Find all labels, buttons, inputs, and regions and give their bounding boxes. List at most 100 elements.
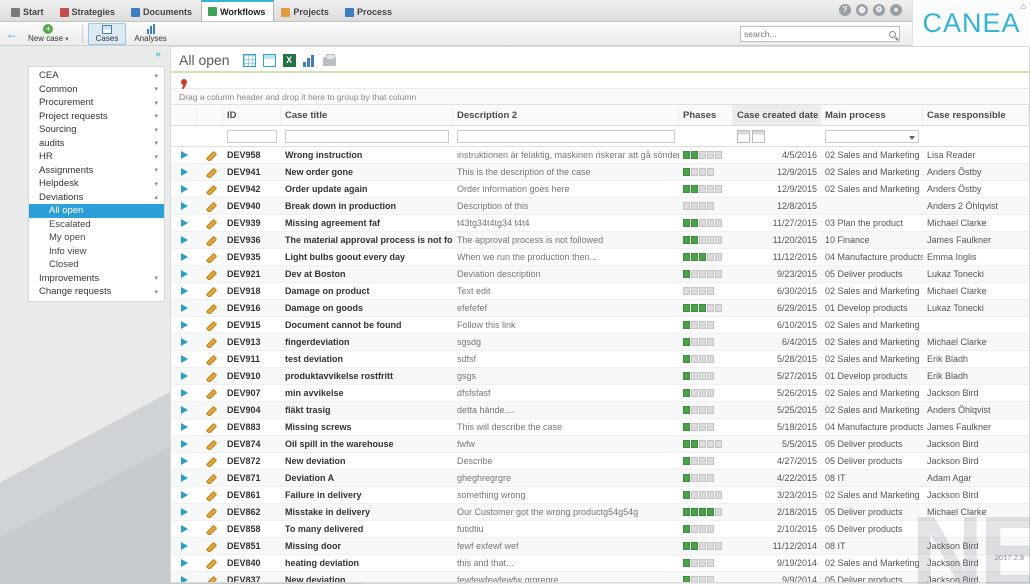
col-case-responsible[interactable]: Case responsible — [923, 105, 1029, 125]
open-case-icon[interactable] — [180, 576, 188, 582]
grid-view-icon[interactable] — [242, 53, 256, 67]
open-case-icon[interactable] — [180, 219, 188, 227]
search-input[interactable] — [744, 29, 889, 39]
edit-pencil-icon[interactable] — [205, 490, 216, 501]
edit-pencil-icon[interactable] — [205, 388, 216, 399]
table-row[interactable]: DEV840 heating deviation this and that... 9… — [171, 555, 1029, 572]
edit-pencil-icon[interactable] — [205, 184, 216, 195]
open-case-icon[interactable] — [180, 304, 188, 312]
table-row[interactable]: DEV921 Dev at Boston Deviation description… — [171, 266, 1029, 283]
open-case-icon[interactable] — [180, 372, 188, 380]
table-row[interactable]: DEV883 Missing screws This will describe t… — [171, 419, 1029, 436]
sidebar-item-assignments[interactable]: Assignments ▾ — [29, 164, 164, 178]
table-row[interactable]: DEV910 produktavvikelse rostfritt gsgs 5/27… — [171, 368, 1029, 385]
col-main-process[interactable]: Main process — [821, 105, 923, 125]
tab-workflows[interactable]: Workflows — [201, 0, 275, 21]
table-row[interactable]: DEV907 min avvikelse dfsfsfasf 5/26/2015 02 … — [171, 385, 1029, 402]
open-case-icon[interactable] — [180, 389, 188, 397]
search-icon[interactable] — [889, 30, 896, 38]
group-drop-zone[interactable]: Drag a column header and drop it here to… — [171, 88, 1029, 105]
edit-pencil-icon[interactable] — [205, 473, 216, 484]
sidebar-item-helpdesk[interactable]: Helpdesk ▾ — [29, 177, 164, 191]
edit-pencil-icon[interactable] — [205, 575, 216, 583]
sidebar-item-cea[interactable]: CEA ▾ — [29, 69, 164, 83]
open-case-icon[interactable] — [180, 542, 188, 550]
edit-pencil-icon[interactable] — [205, 371, 216, 382]
table-row[interactable]: DEV874 Oil spill in the warehouse fwfw 5/5/… — [171, 436, 1029, 453]
table-row[interactable]: DEV837 New deviation fewfewfewfewfw grgreg… — [171, 572, 1029, 582]
table-row[interactable]: DEV862 Misstake in delivery Our Customer g… — [171, 504, 1029, 521]
table-row[interactable]: DEV942 Order update again Order informatio… — [171, 181, 1029, 198]
open-case-icon[interactable] — [180, 202, 188, 210]
tab-projects[interactable]: Projects — [274, 2, 338, 21]
edit-pencil-icon[interactable] — [205, 558, 216, 569]
table-row[interactable]: DEV911 test deviation sdfsf 5/28/2015 02 Sal… — [171, 351, 1029, 368]
home-corner-icon[interactable]: ⌂ — [1021, 1, 1026, 11]
table-row[interactable]: DEV913 fingerdeviation sgsdg 6/4/2015 02 Sal… — [171, 334, 1029, 351]
calendar-from-icon[interactable] — [737, 129, 750, 143]
open-case-icon[interactable] — [180, 559, 188, 567]
open-case-icon[interactable] — [180, 491, 188, 499]
edit-pencil-icon[interactable] — [205, 524, 216, 535]
edit-pencil-icon[interactable] — [205, 303, 216, 314]
table-row[interactable]: DEV941 New order gone This is the descript… — [171, 164, 1029, 181]
open-case-icon[interactable] — [180, 457, 188, 465]
layout-view-icon[interactable] — [262, 53, 276, 67]
table-row[interactable]: DEV936 The material approval process is n… — [171, 232, 1029, 249]
sidebar-item-procurement[interactable]: Procurement ▾ — [29, 96, 164, 110]
new-case-button[interactable]: + New case ▾ — [20, 23, 77, 45]
edit-pencil-icon[interactable] — [205, 252, 216, 263]
open-case-icon[interactable] — [180, 474, 188, 482]
help-icon[interactable]: ? — [839, 4, 851, 16]
sidebar-item-all-open[interactable]: All open — [29, 204, 164, 218]
open-case-icon[interactable] — [180, 253, 188, 261]
table-row[interactable]: DEV915 Document cannot be found Follow thi… — [171, 317, 1029, 334]
open-case-icon[interactable] — [180, 406, 188, 414]
table-row[interactable]: DEV918 Damage on product Text edit 6/30/201… — [171, 283, 1029, 300]
edit-pencil-icon[interactable] — [205, 150, 216, 161]
open-case-icon[interactable] — [180, 423, 188, 431]
open-case-icon[interactable] — [180, 440, 188, 448]
cases-button[interactable]: Cases — [87, 22, 127, 45]
open-case-icon[interactable] — [180, 525, 188, 533]
open-case-icon[interactable] — [180, 355, 188, 363]
sidebar-item-improvements[interactable]: Improvements ▾ — [29, 272, 164, 286]
tab-strategies[interactable]: Strategies — [53, 2, 125, 21]
tab-documents[interactable]: Documents — [124, 2, 201, 21]
table-row[interactable]: DEV916 Damage on goods efefefef 6/29/2015 01… — [171, 300, 1029, 317]
filter-main-process-select[interactable] — [825, 129, 919, 143]
sidebar-item-hr[interactable]: HR ▾ — [29, 150, 164, 164]
open-case-icon[interactable] — [180, 236, 188, 244]
sidebar-item-escalated[interactable]: Escalated — [29, 218, 164, 232]
edit-pencil-icon[interactable] — [205, 405, 216, 416]
table-row[interactable]: DEV940 Break down in production Descriptio… — [171, 198, 1029, 215]
table-row[interactable]: DEV871 Deviation A gheghregrgre 4/22/2015 08… — [171, 470, 1029, 487]
table-row[interactable]: DEV958 Wrong instruction instruktionen är … — [171, 147, 1029, 164]
edit-pencil-icon[interactable] — [205, 286, 216, 297]
table-row[interactable]: DEV872 New deviation Describe 4/27/2015 05 D… — [171, 453, 1029, 470]
sidebar-item-change-requests[interactable]: Change requests ▾ — [29, 285, 164, 299]
edit-pencil-icon[interactable] — [205, 337, 216, 348]
table-row[interactable]: DEV861 Failure in delivery something wrong… — [171, 487, 1029, 504]
collapse-sidebar-icon[interactable]: « — [155, 49, 161, 60]
edit-pencil-icon[interactable] — [205, 235, 216, 246]
sidebar-item-sourcing[interactable]: Sourcing ▾ — [29, 123, 164, 137]
edit-pencil-icon[interactable] — [205, 541, 216, 552]
chart-icon[interactable] — [302, 54, 316, 67]
filter-case-title-input[interactable] — [285, 129, 449, 143]
sidebar-item-common[interactable]: Common ▾ — [29, 83, 164, 97]
edit-pencil-icon[interactable] — [205, 269, 216, 280]
sidebar-item-info-view[interactable]: Info view — [29, 245, 164, 259]
table-row[interactable]: DEV939 Missing agreement faf t43tg34t4tg34… — [171, 215, 1029, 232]
edit-pencil-icon[interactable] — [205, 167, 216, 178]
unpin-filter-icon[interactable] — [179, 78, 189, 88]
gear-icon[interactable]: ⚙ — [873, 4, 885, 16]
sidebar-item-project-requests[interactable]: Project requests ▾ — [29, 110, 164, 124]
open-case-icon[interactable] — [180, 321, 188, 329]
edit-pencil-icon[interactable] — [205, 422, 216, 433]
user-icon[interactable]: ● — [890, 4, 902, 16]
edit-pencil-icon[interactable] — [205, 456, 216, 467]
back-arrow-icon[interactable]: ← — [4, 27, 20, 41]
tab-start[interactable]: Start — [4, 2, 53, 21]
table-row[interactable]: DEV935 Light bulbs goout every day When we… — [171, 249, 1029, 266]
